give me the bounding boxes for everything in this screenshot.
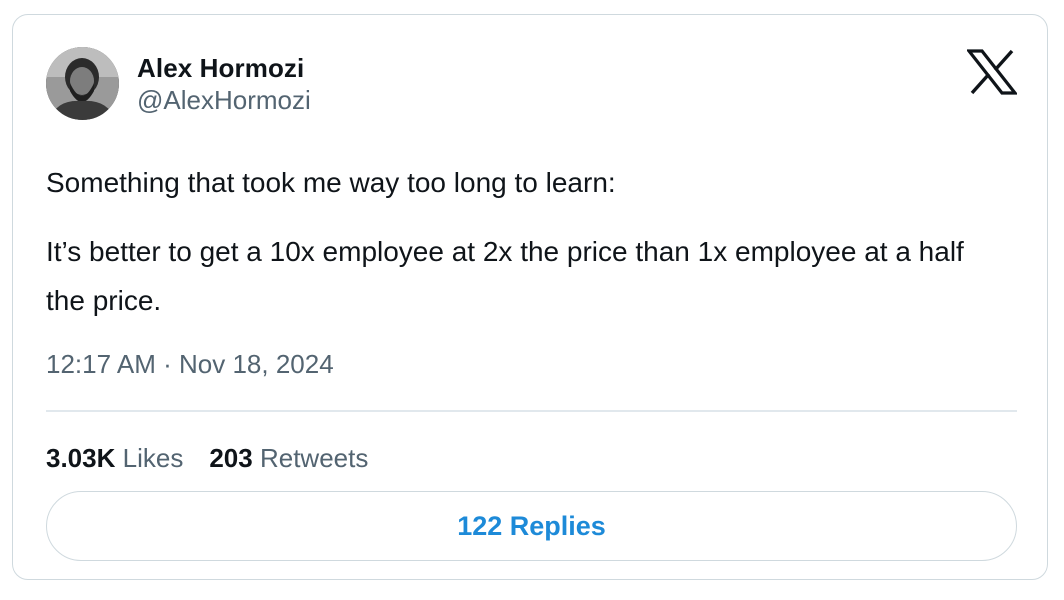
- avatar-image: [46, 47, 119, 120]
- replies-button[interactable]: 122 Replies: [46, 491, 1017, 561]
- divider: [46, 410, 1017, 412]
- avatar[interactable]: [46, 47, 119, 120]
- timestamp-time: 12:17 AM: [46, 349, 156, 379]
- tweet-text-line-1: Something that took me way too long to l…: [46, 167, 616, 198]
- x-logo-icon[interactable]: [965, 49, 1019, 95]
- tweet-stats: 3.03K Likes 203 Retweets: [46, 443, 368, 474]
- tweet-card: Alex Hormozi @AlexHormozi Something that…: [12, 14, 1048, 580]
- tweet-timestamp[interactable]: 12:17 AM · Nov 18, 2024: [46, 349, 334, 380]
- retweets-count: 203: [209, 443, 253, 473]
- retweets-stat[interactable]: 203 Retweets: [209, 443, 368, 473]
- author-name[interactable]: Alex Hormozi: [137, 53, 304, 84]
- likes-stat[interactable]: 3.03K Likes: [46, 443, 183, 473]
- timestamp-separator: ·: [163, 349, 172, 379]
- author-handle[interactable]: @AlexHormozi: [137, 85, 311, 116]
- likes-label: Likes: [122, 443, 184, 473]
- likes-count: 3.03K: [46, 443, 116, 473]
- tweet-text-line-2: It’s better to get a 10x employee at 2x …: [46, 236, 964, 316]
- retweets-label: Retweets: [259, 443, 369, 473]
- timestamp-date: Nov 18, 2024: [179, 349, 334, 379]
